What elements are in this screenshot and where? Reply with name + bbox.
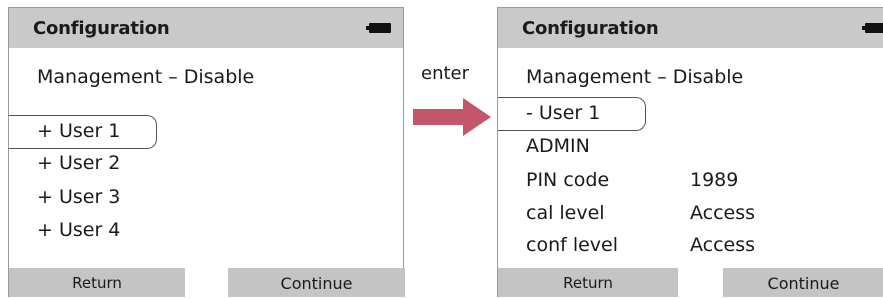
cal-level-label: cal level	[526, 202, 605, 224]
pin-code-label: PIN code	[526, 169, 610, 191]
arrow-right-icon	[413, 98, 491, 136]
title-bar: Configuration	[9, 8, 403, 48]
screen-title: Configuration	[522, 18, 659, 39]
menu-item-user-1-expanded[interactable]: - User 1	[526, 102, 600, 124]
enter-label: enter	[421, 63, 470, 84]
menu-item-user-2[interactable]: + User 2	[37, 152, 120, 174]
configuration-screen-right: Configuration Management – Disable - Use…	[497, 7, 883, 297]
conf-level-label: conf level	[526, 234, 619, 256]
battery-icon	[366, 23, 391, 33]
title-bar: Configuration	[498, 8, 883, 48]
return-button[interactable]: Return	[498, 268, 678, 297]
screen-title: Configuration	[33, 18, 170, 39]
menu-item-user-4[interactable]: + User 4	[37, 219, 120, 241]
battery-icon	[862, 23, 883, 33]
pin-code-value[interactable]: 1989	[690, 169, 738, 191]
menu-item-user-3[interactable]: + User 3	[37, 186, 120, 208]
admin-row[interactable]: ADMIN	[526, 135, 590, 157]
menu-item-user-1[interactable]: + User 1	[37, 120, 120, 142]
management-row[interactable]: Management – Disable	[526, 66, 743, 88]
return-button[interactable]: Return	[9, 268, 185, 297]
continue-button[interactable]: Continue	[723, 268, 883, 297]
management-row[interactable]: Management – Disable	[37, 66, 254, 88]
cal-level-value[interactable]: Access	[690, 202, 755, 224]
continue-button[interactable]: Continue	[228, 268, 405, 297]
configuration-screen-left: Configuration Management – Disable + Use…	[8, 7, 405, 297]
conf-level-value[interactable]: Access	[690, 234, 755, 256]
